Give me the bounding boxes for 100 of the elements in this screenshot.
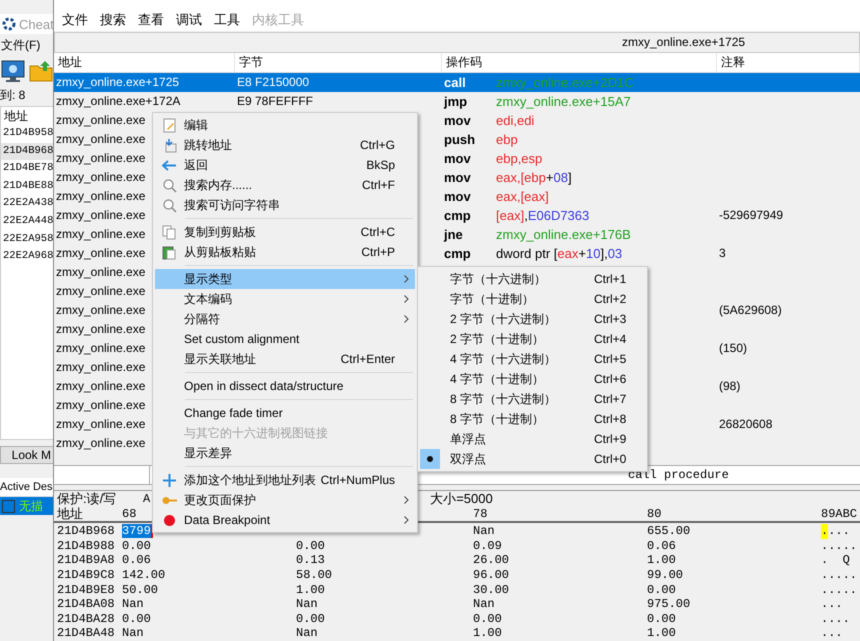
gear-icon [2,17,16,31]
breakpoint-icon [162,512,177,528]
column-header[interactable]: 注释 [717,52,860,72]
opcode-cell-text: push [443,132,476,147]
value-cell: 1.00 [473,626,502,640]
menu-item-label: 8 字节（十进制） [450,410,546,428]
menu-item-label[interactable]: Open in dissect data/structure [184,379,397,393]
menu-item[interactable]: 调试 [170,10,208,29]
menu-item-label[interactable]: 搜索可访问字符串 [184,196,397,214]
address-item[interactable]: 22E2A448 [1,212,54,231]
opcode-cell-text: mov [443,170,471,185]
comment-cell-text: (5A629608) [718,303,782,318]
menu-item[interactable]: 文件(F) [1,36,40,54]
address-item[interactable]: 22E2A968 [1,248,54,266]
address-cell: 21D4B968 [57,524,115,539]
address-cell-text: zmxy_online.exe [55,113,146,128]
address-cell: 21D4BA08 [57,597,115,612]
menu-item-highlight[interactable]: 显示类型 [155,269,415,289]
address-cell-text: zmxy_online.exe [55,398,146,412]
back-arrow-icon [162,158,177,172]
checkbox[interactable] [2,500,15,512]
column-header: Des [32,481,53,493]
plus-icon [162,472,177,488]
address-item[interactable]: 21D4B958 [1,125,54,143]
monitor-icon [1,60,25,82]
address-cell: 21D4B9C8 [57,568,115,583]
menu-item-label[interactable]: 返回 [184,156,366,174]
address-cell-text: zmxy_online.exe [55,379,146,394]
column-header[interactable]: 操作码 [442,52,717,72]
comment-cell-text: -529697949 [718,208,784,222]
menu-item[interactable]: 查看 [132,10,170,29]
menu-item-label[interactable]: Data Breakpoint [184,513,397,527]
menu-item[interactable]: 搜索 [94,10,132,29]
opcode-cell-text: mov [443,112,471,128]
menu-item-label[interactable]: 更改页面保护 [184,492,397,508]
column-header: Active [0,481,30,493]
menu-item[interactable]: 文件 [56,10,94,29]
menu-item-label[interactable]: 从剪贴板粘贴 [184,244,362,260]
shortcut-text: Ctrl+9 [594,432,628,446]
menu-item-label[interactable]: 分隔符 [184,310,397,328]
comment-cell-text: (150) [718,341,748,356]
value-cell: 99.00 [647,568,684,582]
value-cell: Nan [296,597,318,612]
info-label: A [143,492,150,506]
comment-cell-text: 26820608 [718,417,772,432]
value-cell: 0.06 [647,538,676,553]
shortcut-text: Ctrl+5 [594,352,628,366]
menu-item-label[interactable]: 编辑 [184,116,397,134]
menu-item-label[interactable]: 跳转地址 [184,136,360,154]
ascii-cell: ..... [821,568,858,583]
edit-icon [162,118,177,132]
menu-item-label: 与其它的十六进制视图链接 [184,424,329,442]
menu-item-label[interactable]: 搜索内存...... [184,176,362,194]
bytes-cell-text: E8 F2150000 [236,75,310,90]
menu-item-label[interactable]: Change fade timer [184,406,397,420]
menu-item-label[interactable]: 文本编码 [184,290,397,308]
opcode-cell-text: cmp [443,246,471,261]
menu-item-label[interactable]: 显示关联地址 [184,350,341,368]
operand-cell-text: ebp [495,132,518,147]
address-cell-text: zmxy_online.exe [55,227,146,242]
menu-item-label[interactable]: Set custom alignment [184,332,397,346]
value-cell: Nan [473,597,495,612]
menu-item-label[interactable]: 显示类型 [184,270,397,288]
look-button[interactable]: Look M [0,446,54,464]
address-item[interactable]: 22E2A438 [1,195,54,213]
shortcut-text: Ctrl+8 [594,412,628,426]
comment-cell-text: (98) [718,379,740,394]
paste-icon [162,244,177,260]
menu-item-label[interactable]: 显示差异 [184,444,397,462]
operand-cell-text: ebp,esp [495,150,542,166]
shortcut-text: Ctrl+7 [594,392,628,406]
value-cell: 30.00 [473,582,510,597]
opcode-cell-text: jmp [442,94,468,109]
menu-item-label: 2 字节（十六进制） [450,310,558,328]
operand-cell-text: zmxy_online.exe+2D1C [495,74,634,90]
menu-item[interactable]: 工具 [208,10,246,29]
selected-row-highlight[interactable]: zmxy_online.exe+1725 E8 F2150000 call zmxy_online.exe+2D1C [54,72,860,92]
comment-cell-text: 3 [718,246,726,260]
value-cell: 0.00 [473,612,502,626]
search-icon [162,178,177,192]
ascii-cell: .... [821,612,850,626]
address-item[interactable]: 21D4BE88 [1,178,54,196]
shortcut-text: Ctrl+P [361,245,396,259]
operand-cell-text: [eax],E06D7363 [495,208,590,223]
address-item[interactable]: 21D4B968 [1,142,54,160]
value-cell: 0.09 [473,538,502,553]
shortcut-text: Ctrl+G [360,138,396,152]
value-cell: 3799 [122,524,151,538]
input-field[interactable] [54,466,150,484]
value-cell: 0.06 [122,553,151,568]
column-header: 地址 [57,507,83,522]
menu-item-label: 4 字节（十进制） [450,370,546,388]
opcode-cell-text: call [443,74,466,90]
menu-item-label[interactable]: 复制到剪贴板 [184,224,361,240]
column-header[interactable]: 字节 [235,52,442,72]
opcode-cell-text: mov [443,188,471,204]
address-item[interactable]: 21D4BE78 [1,160,54,178]
address-item[interactable]: 22E2A958 [1,230,54,248]
shortcut-text: Ctrl+6 [594,372,628,386]
column-header[interactable]: 地址 [54,52,235,72]
